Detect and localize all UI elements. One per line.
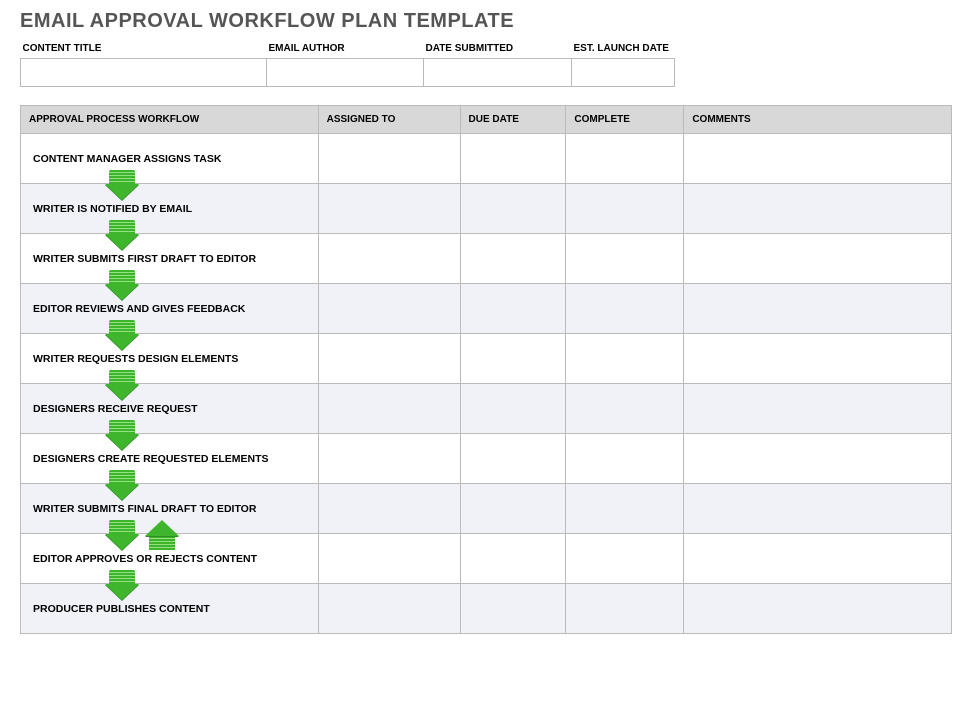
workflow-cell-due[interactable] bbox=[460, 284, 566, 334]
workflow-cell-assigned[interactable] bbox=[318, 184, 460, 234]
workflow-cell-complete[interactable] bbox=[566, 234, 684, 284]
table-row: DESIGNERS CREATE REQUESTED ELEMENTS bbox=[21, 434, 952, 484]
workflow-cell-due[interactable] bbox=[460, 134, 566, 184]
workflow-cell-due[interactable] bbox=[460, 334, 566, 384]
workflow-cell-comments[interactable] bbox=[684, 584, 952, 634]
arrow-down-icon bbox=[109, 320, 135, 350]
workflow-cell-complete[interactable] bbox=[566, 384, 684, 434]
workflow-step-label: EDITOR REVIEWS AND GIVES FEEDBACK bbox=[33, 303, 245, 315]
workflow-cell-due[interactable] bbox=[460, 584, 566, 634]
arrow-up-icon bbox=[149, 520, 175, 550]
workflow-step-cell: DESIGNERS CREATE REQUESTED ELEMENTS bbox=[21, 434, 319, 484]
meta-cell-est-launch[interactable] bbox=[572, 59, 675, 87]
workflow-cell-assigned[interactable] bbox=[318, 434, 460, 484]
table-row: PRODUCER PUBLISHES CONTENT bbox=[21, 584, 952, 634]
meta-table: CONTENT TITLE EMAIL AUTHOR DATE SUBMITTE… bbox=[20, 41, 675, 87]
table-row: WRITER SUBMITS FIRST DRAFT TO EDITOR bbox=[21, 234, 952, 284]
workflow-cell-assigned[interactable] bbox=[318, 584, 460, 634]
workflow-header-process: APPROVAL PROCESS WORKFLOW bbox=[21, 106, 319, 134]
workflow-cell-comments[interactable] bbox=[684, 184, 952, 234]
workflow-cell-comments[interactable] bbox=[684, 434, 952, 484]
workflow-cell-comments[interactable] bbox=[684, 384, 952, 434]
workflow-cell-assigned[interactable] bbox=[318, 134, 460, 184]
workflow-header-comments: COMMENTS bbox=[684, 106, 952, 134]
workflow-table: APPROVAL PROCESS WORKFLOW ASSIGNED TO DU… bbox=[20, 105, 952, 634]
workflow-header-complete: COMPLETE bbox=[566, 106, 684, 134]
workflow-cell-comments[interactable] bbox=[684, 484, 952, 534]
workflow-cell-complete[interactable] bbox=[566, 534, 684, 584]
workflow-cell-complete[interactable] bbox=[566, 284, 684, 334]
arrow-down-icon bbox=[109, 370, 135, 400]
workflow-step-label: WRITER IS NOTIFIED BY EMAIL bbox=[33, 203, 192, 215]
workflow-cell-due[interactable] bbox=[460, 484, 566, 534]
arrow-down-icon bbox=[109, 270, 135, 300]
workflow-step-cell: DESIGNERS RECEIVE REQUEST bbox=[21, 384, 319, 434]
table-row: EDITOR REVIEWS AND GIVES FEEDBACK bbox=[21, 284, 952, 334]
workflow-step-label: EDITOR APPROVES OR REJECTS CONTENT bbox=[33, 553, 257, 565]
meta-cell-email-author[interactable] bbox=[267, 59, 424, 87]
workflow-cell-complete[interactable] bbox=[566, 134, 684, 184]
workflow-step-cell: WRITER IS NOTIFIED BY EMAIL bbox=[21, 184, 319, 234]
workflow-cell-assigned[interactable] bbox=[318, 334, 460, 384]
workflow-step-cell: PRODUCER PUBLISHES CONTENT bbox=[21, 584, 319, 634]
workflow-step-cell: WRITER SUBMITS FIRST DRAFT TO EDITOR bbox=[21, 234, 319, 284]
workflow-step-label: CONTENT MANAGER ASSIGNS TASK bbox=[33, 153, 221, 165]
table-row: CONTENT MANAGER ASSIGNS TASK bbox=[21, 134, 952, 184]
meta-cell-content-title[interactable] bbox=[21, 59, 267, 87]
workflow-cell-comments[interactable] bbox=[684, 334, 952, 384]
workflow-step-label: DESIGNERS RECEIVE REQUEST bbox=[33, 403, 198, 415]
table-row: DESIGNERS RECEIVE REQUEST bbox=[21, 384, 952, 434]
workflow-cell-comments[interactable] bbox=[684, 234, 952, 284]
workflow-cell-complete[interactable] bbox=[566, 434, 684, 484]
workflow-cell-due[interactable] bbox=[460, 184, 566, 234]
workflow-cell-assigned[interactable] bbox=[318, 284, 460, 334]
workflow-step-cell: WRITER SUBMITS FINAL DRAFT TO EDITOR bbox=[21, 484, 319, 534]
workflow-cell-assigned[interactable] bbox=[318, 534, 460, 584]
workflow-step-cell: WRITER REQUESTS DESIGN ELEMENTS bbox=[21, 334, 319, 384]
table-row: WRITER IS NOTIFIED BY EMAIL bbox=[21, 184, 952, 234]
workflow-step-label: DESIGNERS CREATE REQUESTED ELEMENTS bbox=[33, 453, 269, 465]
workflow-step-label: WRITER REQUESTS DESIGN ELEMENTS bbox=[33, 353, 238, 365]
workflow-cell-due[interactable] bbox=[460, 434, 566, 484]
table-row: WRITER SUBMITS FINAL DRAFT TO EDITOR bbox=[21, 484, 952, 534]
workflow-cell-assigned[interactable] bbox=[318, 384, 460, 434]
workflow-step-cell: CONTENT MANAGER ASSIGNS TASK bbox=[21, 134, 319, 184]
workflow-step-label: WRITER SUBMITS FINAL DRAFT TO EDITOR bbox=[33, 503, 256, 515]
table-row: WRITER REQUESTS DESIGN ELEMENTS bbox=[21, 334, 952, 384]
workflow-cell-comments[interactable] bbox=[684, 284, 952, 334]
workflow-cell-comments[interactable] bbox=[684, 534, 952, 584]
workflow-header-assigned: ASSIGNED TO bbox=[318, 106, 460, 134]
workflow-cell-due[interactable] bbox=[460, 534, 566, 584]
arrow-down-icon bbox=[109, 170, 135, 200]
workflow-cell-complete[interactable] bbox=[566, 584, 684, 634]
workflow-step-label: PRODUCER PUBLISHES CONTENT bbox=[33, 603, 210, 615]
workflow-step-label: WRITER SUBMITS FIRST DRAFT TO EDITOR bbox=[33, 253, 256, 265]
meta-header-content-title: CONTENT TITLE bbox=[21, 41, 267, 59]
arrow-down-icon bbox=[109, 220, 135, 250]
workflow-cell-complete[interactable] bbox=[566, 184, 684, 234]
workflow-step-cell: EDITOR REVIEWS AND GIVES FEEDBACK bbox=[21, 284, 319, 334]
meta-header-date-submitted: DATE SUBMITTED bbox=[424, 41, 572, 59]
meta-header-email-author: EMAIL AUTHOR bbox=[267, 41, 424, 59]
page-title: EMAIL APPROVAL WORKFLOW PLAN TEMPLATE bbox=[0, 0, 970, 41]
workflow-cell-due[interactable] bbox=[460, 234, 566, 284]
arrow-down-icon bbox=[109, 420, 135, 450]
workflow-cell-comments[interactable] bbox=[684, 134, 952, 184]
meta-header-est-launch: EST. LAUNCH DATE bbox=[572, 41, 675, 59]
arrow-down-icon bbox=[109, 470, 135, 500]
workflow-cell-assigned[interactable] bbox=[318, 484, 460, 534]
meta-cell-date-submitted[interactable] bbox=[424, 59, 572, 87]
workflow-cell-due[interactable] bbox=[460, 384, 566, 434]
workflow-header-due: DUE DATE bbox=[460, 106, 566, 134]
workflow-cell-assigned[interactable] bbox=[318, 234, 460, 284]
arrow-down-icon bbox=[109, 570, 135, 600]
arrow-down-icon bbox=[109, 520, 135, 550]
workflow-cell-complete[interactable] bbox=[566, 334, 684, 384]
workflow-cell-complete[interactable] bbox=[566, 484, 684, 534]
